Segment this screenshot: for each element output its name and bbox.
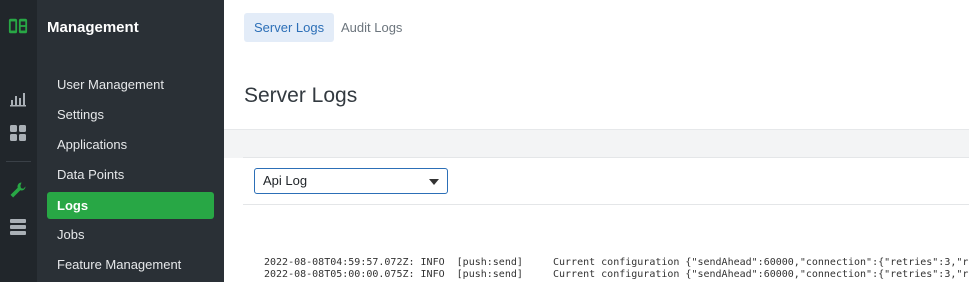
server-icon[interactable]: [8, 217, 28, 237]
sidebar-item-data-points[interactable]: Data Points: [47, 161, 214, 188]
icon-rail: [0, 0, 37, 282]
bar-chart-icon[interactable]: [8, 88, 28, 108]
tab-server-logs[interactable]: Server Logs: [244, 13, 335, 42]
log-line: 2022-08-08T05:00:00.075Z: INFO [push:sen…: [264, 269, 969, 280]
log-line: 2022-08-08T04:59:57.072Z: INFO [push:sen…: [264, 257, 969, 268]
sidebar: Management User Management Settings Appl…: [37, 0, 224, 282]
sidebar-title: Management: [47, 19, 139, 36]
sidebar-item-logs[interactable]: Logs: [47, 192, 214, 219]
sidebar-item-settings[interactable]: Settings: [47, 101, 214, 128]
panel-divider: [243, 204, 969, 205]
sidebar-item-feature-management[interactable]: Feature Management: [47, 251, 214, 278]
sidebar-item-applications[interactable]: Applications: [47, 131, 214, 158]
header-divider-band: [224, 129, 969, 158]
grid-icon[interactable]: [8, 123, 28, 143]
chevron-down-icon: [429, 179, 439, 185]
app-logo-icon[interactable]: [8, 16, 28, 36]
log-type-select-value: Api Log: [263, 173, 308, 188]
wrench-icon[interactable]: [8, 180, 28, 200]
page-title: Server Logs: [244, 84, 358, 107]
tab-audit-logs[interactable]: Audit Logs: [331, 13, 412, 42]
sidebar-item-jobs[interactable]: Jobs: [47, 221, 214, 248]
log-type-select[interactable]: Api Log: [254, 168, 448, 194]
rail-divider: [6, 161, 31, 162]
main-content: Server Logs Audit Logs Server Logs Api L…: [224, 0, 969, 283]
sidebar-item-user-management[interactable]: User Management: [47, 71, 214, 98]
